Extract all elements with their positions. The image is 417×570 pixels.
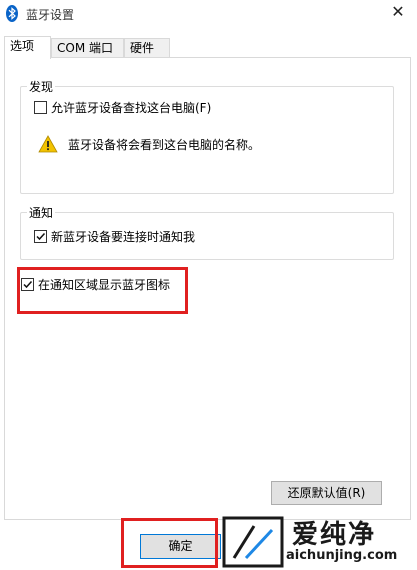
- notify-new-device-label: 新蓝牙设备要连接时通知我: [51, 230, 196, 244]
- notify-new-device-checkbox[interactable]: [34, 230, 47, 243]
- highlight-box-tray-option: [17, 267, 188, 314]
- tab-com-ports[interactable]: COM 端口: [51, 38, 124, 58]
- allow-discovery-checkbox[interactable]: [34, 101, 47, 114]
- window-title: 蓝牙设置: [26, 8, 75, 22]
- warning-text: 蓝牙设备将会看到这台电脑的名称。: [68, 137, 261, 152]
- close-button[interactable]: ✕: [383, 0, 413, 26]
- notification-group-label: 通知: [27, 204, 56, 221]
- restore-defaults-button[interactable]: 还原默认值(R): [271, 481, 382, 505]
- watermark-logo-icon: [222, 516, 284, 568]
- notify-new-device-row[interactable]: 新蓝牙设备要连接时通知我: [34, 228, 195, 245]
- tab-hardware[interactable]: 硬件: [124, 38, 170, 58]
- allow-discovery-label: 允许蓝牙设备查找这台电脑(F): [51, 101, 212, 115]
- warning-icon: [38, 135, 58, 153]
- highlight-box-ok-button: [121, 518, 218, 568]
- allow-discovery-row[interactable]: 允许蓝牙设备查找这台电脑(F): [34, 99, 211, 116]
- tab-options[interactable]: 选项: [4, 36, 51, 59]
- close-icon: ✕: [391, 2, 405, 21]
- bluetooth-icon: [6, 5, 18, 22]
- watermark-url: aichunjing.com: [286, 548, 398, 563]
- watermark: 爱纯净 aichunjing.com: [220, 512, 417, 570]
- discovery-group-label: 发现: [27, 78, 56, 95]
- watermark-brand: 爱纯净: [292, 520, 377, 550]
- checkmark-icon: [36, 232, 46, 241]
- title-bar: 蓝牙设置 ✕: [0, 0, 417, 28]
- warning-row: 蓝牙设备将会看到这台电脑的名称。: [38, 135, 260, 153]
